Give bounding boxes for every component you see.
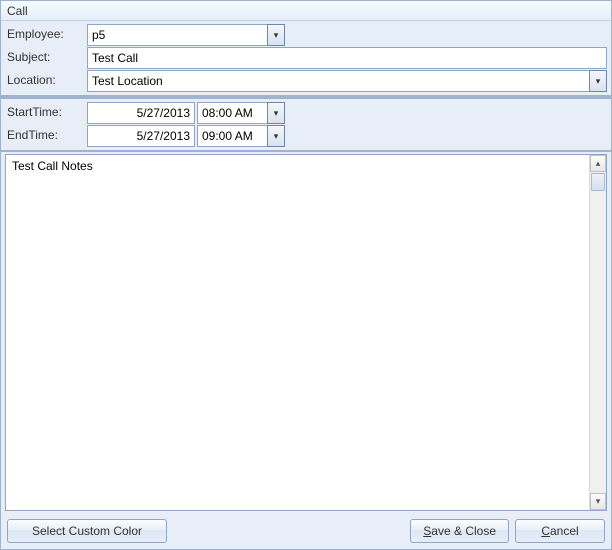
- window-title: Call: [1, 1, 611, 21]
- scroll-track-space[interactable]: [590, 192, 606, 493]
- select-custom-color-button[interactable]: Select Custom Color: [7, 519, 167, 543]
- location-combo[interactable]: ▾: [87, 70, 607, 92]
- endtime-label: EndTime:: [5, 125, 87, 147]
- subject-input[interactable]: [87, 47, 607, 69]
- starttime-group: ▾: [87, 102, 285, 124]
- location-input[interactable]: [87, 70, 589, 92]
- form-time-section: StartTime: ▾ EndTime: ▾: [1, 97, 611, 152]
- start-time-input[interactable]: [197, 102, 267, 124]
- employee-label: Employee:: [5, 24, 87, 46]
- chevron-down-icon: ▾: [274, 131, 279, 142]
- employee-combo[interactable]: ▾: [87, 24, 285, 46]
- end-time-input[interactable]: [197, 125, 267, 147]
- end-date-input[interactable]: [87, 125, 195, 147]
- notes-scrollbar[interactable]: ▴ ▾: [589, 155, 606, 510]
- save-close-button[interactable]: Save & Close: [410, 519, 509, 543]
- employee-input[interactable]: [87, 24, 267, 46]
- button-bar: Select Custom Color Save & Close Cancel: [1, 513, 611, 549]
- end-time-combo[interactable]: ▾: [195, 125, 285, 147]
- call-dialog: Call Employee: ▾ Subject: Location: ▾: [0, 0, 612, 550]
- scroll-up-button[interactable]: ▴: [590, 155, 606, 172]
- form-top-section: Employee: ▾ Subject: Location: ▾: [1, 21, 611, 97]
- scroll-down-button[interactable]: ▾: [590, 493, 606, 510]
- start-time-combo[interactable]: ▾: [195, 102, 285, 124]
- chevron-down-icon: ▾: [596, 76, 601, 87]
- starttime-label: StartTime:: [5, 102, 87, 124]
- chevron-up-icon: ▴: [596, 158, 601, 169]
- chevron-down-icon: ▾: [596, 496, 601, 507]
- notes-container: ▴ ▾: [5, 154, 607, 511]
- scroll-thumb[interactable]: [591, 173, 605, 191]
- chevron-down-icon: ▾: [274, 108, 279, 119]
- cancel-button[interactable]: Cancel: [515, 519, 605, 543]
- start-time-dropdown-button[interactable]: ▾: [267, 102, 285, 124]
- subject-label: Subject:: [5, 47, 87, 69]
- location-label: Location:: [5, 70, 87, 92]
- start-date-input[interactable]: [87, 102, 195, 124]
- location-dropdown-button[interactable]: ▾: [589, 70, 607, 92]
- employee-dropdown-button[interactable]: ▾: [267, 24, 285, 46]
- chevron-down-icon: ▾: [274, 30, 279, 41]
- endtime-group: ▾: [87, 125, 285, 147]
- end-time-dropdown-button[interactable]: ▾: [267, 125, 285, 147]
- notes-textarea[interactable]: [6, 155, 589, 510]
